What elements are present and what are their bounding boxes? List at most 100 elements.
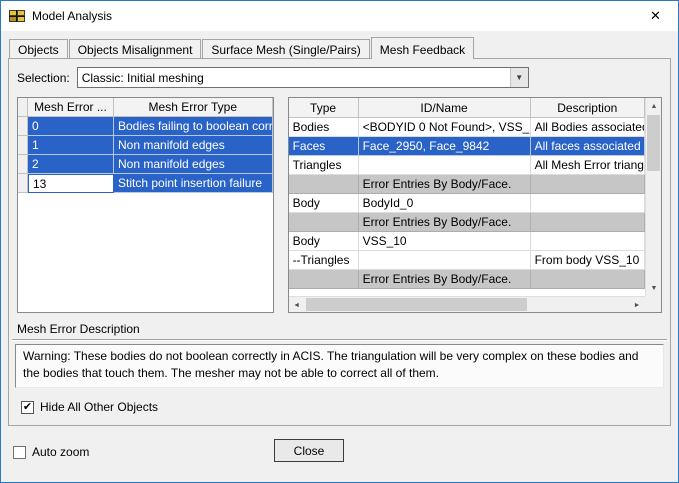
column-header-id-name[interactable]: ID/Name bbox=[358, 98, 531, 118]
hide-all-other-objects-row[interactable]: ✔ Hide All Other Objects bbox=[9, 388, 670, 414]
description-cell[interactable]: All faces associated .. bbox=[530, 137, 645, 156]
id-name-cell[interactable]: Face_2950, Face_9842 bbox=[358, 137, 531, 156]
title-bar: Model Analysis ✕ bbox=[1, 1, 678, 31]
id-name-cell[interactable] bbox=[358, 156, 531, 175]
model-analysis-dialog: Model Analysis ✕ Objects Objects Misalig… bbox=[0, 0, 679, 483]
description-cell[interactable] bbox=[530, 194, 645, 213]
mesh-error-description-label: Mesh Error Description bbox=[17, 322, 140, 336]
id-name-cell[interactable] bbox=[358, 251, 531, 270]
mesh-feedback-panel: Selection: Classic: Initial meshing ▼ Me… bbox=[8, 58, 671, 426]
selection-dropdown-value: Classic: Initial meshing bbox=[81, 70, 204, 85]
mesh-error-id-cell[interactable]: 2 bbox=[28, 155, 114, 174]
column-header-mesh-error-id[interactable]: Mesh Error ... bbox=[28, 98, 114, 117]
table-row[interactable]: Body BodyId_0 bbox=[288, 194, 645, 213]
tab-objects[interactable]: Objects bbox=[9, 39, 68, 58]
tab-mesh-feedback[interactable]: Mesh Feedback bbox=[370, 37, 475, 59]
bottom-bar: Auto zoom Close bbox=[1, 425, 678, 482]
tables-area: Mesh Error ... Mesh Error Type 0 Bodies … bbox=[9, 97, 670, 313]
auto-zoom-label: Auto zoom bbox=[32, 445, 90, 459]
selection-label: Selection: bbox=[17, 70, 70, 85]
mesh-error-table: Mesh Error ... Mesh Error Type 0 Bodies … bbox=[17, 97, 274, 313]
table-row[interactable]: 2 Non manifold edges bbox=[18, 155, 273, 174]
row-selector[interactable] bbox=[18, 117, 28, 136]
type-cell[interactable]: Body bbox=[288, 194, 359, 213]
table-row[interactable]: Faces Face_2950, Face_9842 All faces ass… bbox=[288, 137, 645, 156]
window-title: Model Analysis bbox=[32, 9, 113, 23]
hide-all-other-objects-label: Hide All Other Objects bbox=[40, 400, 159, 414]
description-cell[interactable]: All Bodies associated bbox=[530, 118, 645, 137]
description-cell[interactable] bbox=[530, 232, 645, 251]
mesh-error-type-cell[interactable]: Non manifold edges bbox=[114, 155, 273, 174]
id-name-cell[interactable]: Error Entries By Body/Face. bbox=[358, 175, 531, 194]
mesh-detail-table-header: Type ID/Name Description bbox=[288, 98, 645, 118]
scroll-down-icon[interactable]: ▼ bbox=[646, 280, 661, 296]
mesh-error-id-cell[interactable]: 13 bbox=[28, 174, 114, 193]
row-selector[interactable] bbox=[18, 155, 28, 174]
row-selector[interactable] bbox=[18, 136, 28, 155]
column-header-mesh-error-type[interactable]: Mesh Error Type bbox=[114, 98, 273, 117]
tab-strip: Objects Objects Misalignment Surface Mes… bbox=[1, 37, 678, 59]
table-row[interactable]: Body VSS_10 bbox=[288, 232, 645, 251]
mesh-error-id-cell[interactable]: 0 bbox=[28, 117, 114, 136]
id-name-cell[interactable]: VSS_10 bbox=[358, 232, 531, 251]
type-cell[interactable]: Bodies bbox=[288, 118, 359, 137]
type-cell[interactable] bbox=[288, 270, 359, 289]
table-row[interactable]: Bodies <BODYID 0 Not Found>, VSS_10,... … bbox=[288, 118, 645, 137]
type-cell[interactable]: --Triangles bbox=[288, 251, 359, 270]
type-cell[interactable] bbox=[288, 175, 359, 194]
description-cell[interactable] bbox=[530, 270, 645, 289]
type-cell[interactable]: Body bbox=[288, 232, 359, 251]
row-selector-header bbox=[18, 98, 28, 117]
mesh-error-table-header: Mesh Error ... Mesh Error Type bbox=[18, 98, 273, 117]
mesh-error-type-cell[interactable]: Stitch point insertion failure bbox=[114, 174, 273, 193]
close-button[interactable]: Close bbox=[274, 439, 344, 462]
id-name-cell[interactable]: Error Entries By Body/Face. bbox=[358, 270, 531, 289]
mesh-detail-table-content: Type ID/Name Description Bodies <BODYID … bbox=[288, 98, 645, 296]
table-row[interactable]: 1 Non manifold edges bbox=[18, 136, 273, 155]
row-selector[interactable] bbox=[18, 174, 28, 193]
mesh-error-description-text: Warning: These bodies do not boolean cor… bbox=[15, 344, 664, 388]
type-cell[interactable] bbox=[288, 213, 359, 232]
divider bbox=[12, 339, 667, 341]
scroll-left-icon[interactable]: ◄ bbox=[288, 297, 305, 312]
horizontal-scrollbar-thumb[interactable] bbox=[305, 298, 527, 311]
type-cell[interactable]: Triangles bbox=[288, 156, 359, 175]
id-name-cell[interactable]: Error Entries By Body/Face. bbox=[358, 213, 531, 232]
scroll-up-icon[interactable]: ▲ bbox=[646, 98, 661, 114]
mesh-error-type-cell[interactable]: Bodies failing to boolean correctly bbox=[114, 117, 273, 136]
mesh-error-type-cell[interactable]: Non manifold edges bbox=[114, 136, 273, 155]
description-cell[interactable]: From body VSS_10 bbox=[530, 251, 645, 270]
table-row[interactable]: 13 Stitch point insertion failure bbox=[18, 174, 273, 193]
tab-objects-misalignment[interactable]: Objects Misalignment bbox=[68, 39, 202, 58]
description-cell[interactable]: All Mesh Error triangle. bbox=[530, 156, 645, 175]
table-row-group-band[interactable]: Error Entries By Body/Face. bbox=[288, 270, 645, 289]
table-row[interactable]: Triangles All Mesh Error triangle. bbox=[288, 156, 645, 175]
hide-all-other-objects-checkbox[interactable]: ✔ bbox=[21, 400, 34, 414]
horizontal-scrollbar[interactable]: ◄ ► bbox=[288, 296, 645, 312]
column-header-description[interactable]: Description bbox=[530, 98, 645, 118]
tab-surface-mesh[interactable]: Surface Mesh (Single/Pairs) bbox=[202, 39, 370, 58]
scrollbar-corner bbox=[645, 296, 661, 312]
type-cell[interactable]: Faces bbox=[288, 137, 359, 156]
table-row-group-band[interactable]: Error Entries By Body/Face. bbox=[288, 213, 645, 232]
auto-zoom-row[interactable]: Auto zoom bbox=[13, 445, 89, 459]
auto-zoom-checkbox[interactable] bbox=[13, 445, 26, 459]
vertical-scrollbar-thumb[interactable] bbox=[647, 115, 660, 171]
scroll-right-icon[interactable]: ► bbox=[629, 297, 645, 312]
selection-dropdown[interactable]: Classic: Initial meshing ▼ bbox=[76, 67, 529, 88]
check-icon: ✔ bbox=[22, 400, 33, 413]
close-icon: ✕ bbox=[650, 8, 661, 23]
table-row[interactable]: --Triangles From body VSS_10 bbox=[288, 251, 645, 270]
column-header-type[interactable]: Type bbox=[288, 98, 359, 118]
selection-row: Selection: Classic: Initial meshing ▼ bbox=[9, 59, 670, 88]
table-row[interactable]: 0 Bodies failing to boolean correctly bbox=[18, 117, 273, 136]
close-window-button[interactable]: ✕ bbox=[633, 1, 678, 31]
description-cell[interactable] bbox=[530, 213, 645, 232]
vertical-scrollbar[interactable]: ▲ ▼ bbox=[645, 98, 661, 296]
table-row-group-band[interactable]: Error Entries By Body/Face. bbox=[288, 175, 645, 194]
description-cell[interactable] bbox=[530, 175, 645, 194]
chevron-down-icon[interactable]: ▼ bbox=[509, 68, 528, 87]
id-name-cell[interactable]: BodyId_0 bbox=[358, 194, 531, 213]
id-name-cell[interactable]: <BODYID 0 Not Found>, VSS_10,... bbox=[358, 118, 531, 137]
mesh-error-id-cell[interactable]: 1 bbox=[28, 136, 114, 155]
